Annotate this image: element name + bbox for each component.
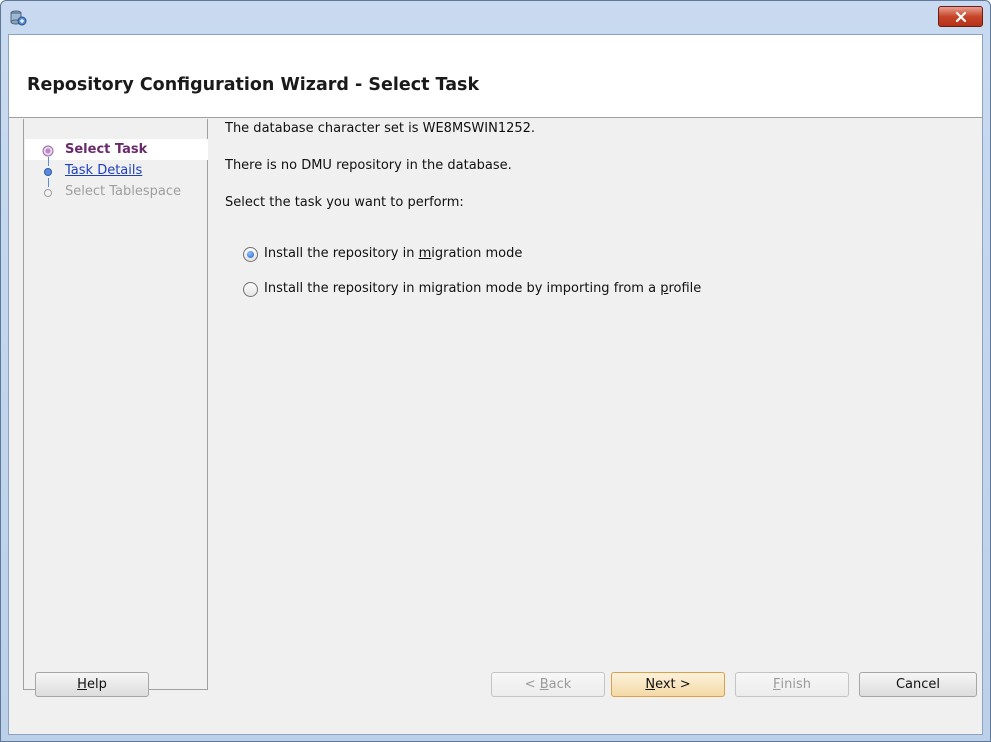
title-bar[interactable]: [1, 1, 990, 35]
steps-panel: Select Task Task Details Select Tablespa…: [23, 119, 208, 690]
step-select-tablespace: Select Tablespace: [24, 183, 209, 203]
wizard-client-area: Repository Configuration Wizard - Select…: [8, 34, 983, 735]
next-button[interactable]: Next >: [611, 672, 725, 697]
step-bullet-icon: [44, 189, 52, 197]
option-label[interactable]: Install the repository in migration mode…: [264, 281, 701, 296]
radio-button[interactable]: [243, 247, 258, 262]
task-prompt-text: Select the task you want to perform:: [225, 195, 464, 210]
close-button[interactable]: [938, 6, 983, 27]
step-task-details[interactable]: Task Details: [24, 162, 209, 182]
charset-text: The database character set is WE8MSWIN12…: [225, 121, 536, 136]
current-step-icon: [42, 145, 54, 157]
help-button[interactable]: Help: [35, 672, 149, 697]
option-label[interactable]: Install the repository in migration mode: [264, 246, 522, 261]
page-title: Repository Configuration Wizard - Select…: [27, 75, 480, 95]
step-bullet-icon: [44, 168, 52, 176]
cancel-button[interactable]: Cancel: [859, 672, 977, 697]
close-icon: [955, 11, 966, 22]
radio-button[interactable]: [243, 282, 258, 297]
step-label: Select Task: [65, 142, 148, 157]
wizard-window: Repository Configuration Wizard - Select…: [0, 0, 991, 742]
step-label[interactable]: Task Details: [65, 163, 142, 178]
step-select-task: Select Task: [24, 141, 209, 161]
wizard-header: Repository Configuration Wizard - Select…: [9, 35, 982, 118]
finish-button[interactable]: Finish: [735, 672, 849, 697]
app-icon: [10, 10, 27, 26]
back-button[interactable]: < Back: [491, 672, 605, 697]
repository-status-text: There is no DMU repository in the databa…: [225, 158, 512, 173]
step-label: Select Tablespace: [65, 184, 181, 199]
